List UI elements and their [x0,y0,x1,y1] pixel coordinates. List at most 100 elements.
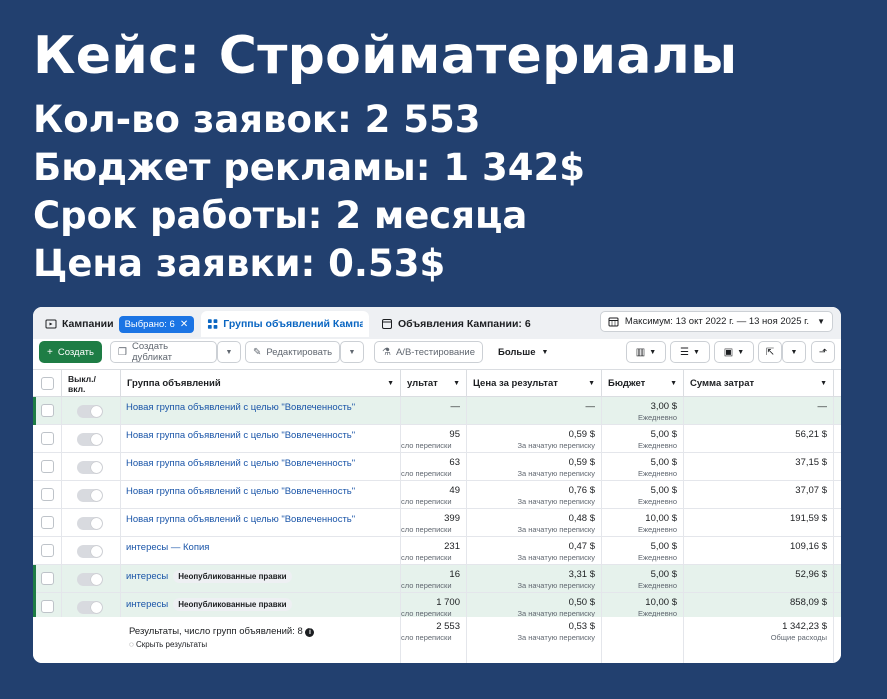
row-checkbox[interactable] [41,460,54,473]
more-button[interactable]: Больше ▼ [491,341,556,363]
header-cost-per-result[interactable]: Цена за результат ▼ [467,370,602,397]
row-result-cell: 231 сло переписки [401,537,467,564]
row-budget-cell[interactable]: 5,00 $ Ежедневно [602,565,684,592]
footer-title-text: Результаты, число групп объявлений: 8 [129,626,303,637]
row-budget-cell[interactable]: 3,00 $ Ежедневно [602,397,684,424]
status-toggle[interactable] [77,489,103,502]
ab-test-button[interactable]: ⚗ A/B-тестирование [374,341,484,363]
close-icon[interactable]: ✕ [180,319,188,330]
status-toggle[interactable] [77,405,103,418]
row-checkbox[interactable] [41,600,54,613]
row-budget-cell[interactable]: 5,00 $ Ежедневно [602,453,684,480]
header-adset[interactable]: Группа объявлений ▼ [121,370,401,397]
row-budget-cell[interactable]: 5,00 $ Ежедневно [602,425,684,452]
row-checkbox[interactable] [41,432,54,445]
tab-campaigns[interactable]: Кампании Выбрано: 6 ✕ [39,311,200,337]
reports-icon: ▣ [723,346,734,358]
export-button[interactable]: ⇱ [758,341,782,363]
result-sub: сло переписки [401,553,452,562]
table-row[interactable]: интересы — Копия 231 сло переписки 0,47 $ За… [33,537,841,565]
spent-value: 37,07 $ [795,485,827,496]
adset-name-link[interactable]: Новая группа объявлений с целью "Вовлече… [126,430,355,441]
chart-button[interactable]: ⬏ [811,341,835,363]
row-checkbox[interactable] [41,544,54,557]
create-button[interactable]: + Создать [39,341,102,363]
row-budget-cell[interactable]: 5,00 $ Ежедневно [602,537,684,564]
result-value: 16 [449,569,460,580]
row-checkbox[interactable] [41,516,54,529]
selected-badge-label: Выбрано: 6 [124,318,175,330]
table-row[interactable]: Новая группа объявлений с целью "Вовлече… [33,425,841,453]
row-toggle-cell [62,397,121,424]
select-all-checkbox[interactable] [41,377,54,390]
status-toggle[interactable] [77,517,103,530]
table-row[interactable]: интересы Неопубликованные правки 16 сло пер… [33,565,841,593]
row-spent-cell: 52,96 $ [684,565,834,592]
breakdown-button[interactable]: ☰ ▼ [670,341,710,363]
status-toggle[interactable] [77,433,103,446]
footer-cpr: 0,53 $ За начатую переписку [467,617,602,663]
adset-name-link[interactable]: интересы [126,571,168,582]
status-toggle[interactable] [77,461,103,474]
header-spent[interactable]: Сумма затрат ▼ [684,370,834,397]
export-dropdown[interactable]: ▼ [782,341,806,363]
row-checkbox[interactable] [41,404,54,417]
adset-name-link[interactable]: Новая группа объявлений с целью "Вовлече… [126,458,355,469]
adset-name-link[interactable]: интересы [126,599,168,610]
row-checkbox[interactable] [41,488,54,501]
status-toggle[interactable] [77,601,103,614]
row-name-cell: Новая группа объявлений с целью "Вовлече… [121,481,401,508]
reports-button[interactable]: ▣ ▼ [714,341,754,363]
chart-icon: ⬏ [818,346,828,358]
tab-ads[interactable]: Объявления Кампании: 6 [375,311,537,337]
duplicate-button[interactable]: ❐ Создать дубликат [110,341,217,363]
edit-button[interactable]: ✎ Редактировать [245,341,340,363]
result-sub: сло переписки [401,525,452,534]
header-cpr-label: Цена за результат [473,378,558,389]
date-range-picker[interactable]: Максимум: 13 окт 2022 г. — 13 ноя 2025 г… [599,311,833,332]
chevron-down-icon: ▼ [348,348,356,356]
table-row[interactable]: Новая группа объявлений с целью "Вовлече… [33,509,841,537]
hide-results-link[interactable]: ◌ Скрыть результаты [129,640,207,649]
row-toggle-cell [62,481,121,508]
info-icon[interactable]: i [305,628,315,637]
spent-value: 858,09 $ [790,597,827,608]
edit-dropdown[interactable]: ▼ [340,341,364,363]
adset-name-link[interactable]: Новая группа объявлений с целью "Вовлече… [126,402,355,413]
header-select-all[interactable] [33,370,62,397]
footer-spent-sub: Общие расходы [770,633,827,642]
row-select [33,593,62,620]
headline-title: Кейс: Стройматериалы [33,26,738,86]
duplicate-dropdown[interactable]: ▼ [217,341,241,363]
columns-button[interactable]: ▥ ▼ [626,341,666,363]
chevron-down-icon: ▼ [453,380,460,387]
ads-manager-panel: Кампании Выбрано: 6 ✕ Группы объявлений К… [33,307,841,663]
tab-campaigns-label: Кампании [62,318,114,330]
row-budget-cell[interactable]: 10,00 $ Ежедневно [602,593,684,620]
adset-name-link[interactable]: интересы — Копия [126,542,209,553]
budget-value: 10,00 $ [645,513,677,524]
adsets-table: Выкл./ вкл. Группа объявлений ▼ ультат ▼ Ц… [33,369,841,663]
row-budget-cell[interactable]: 5,00 $ Ежедневно [602,481,684,508]
row-budget-cell[interactable]: 10,00 $ Ежедневно [602,509,684,536]
row-checkbox[interactable] [41,572,54,585]
status-toggle[interactable] [77,545,103,558]
header-result[interactable]: ультат ▼ [401,370,467,397]
table-row[interactable]: Новая группа объявлений с целью "Вовлече… [33,481,841,509]
footer-cpr-sub: За начатую переписку [517,633,595,642]
selected-badge[interactable]: Выбрано: 6 ✕ [118,315,195,333]
tab-adsets[interactable]: Группы объявлений Кампан [201,311,369,337]
spent-value: 191,59 $ [790,513,827,524]
row-select [33,453,62,480]
tab-adsets-label: Группы объявлений Кампан [223,318,363,330]
date-range-label: Максимум: 13 окт 2022 г. — 13 ноя 2025 г… [624,316,810,327]
budget-sub: Ежедневно [637,525,677,534]
adset-name-link[interactable]: Новая группа объявлений с целью "Вовлече… [126,486,355,497]
footer-budget [602,617,684,663]
status-toggle[interactable] [77,573,103,586]
table-row[interactable]: Новая группа объявлений с целью "Вовлече… [33,397,841,425]
table-row[interactable]: Новая группа объявлений с целью "Вовлече… [33,453,841,481]
header-budget[interactable]: Бюджет ▼ [602,370,684,397]
adset-name-link[interactable]: Новая группа объявлений с целью "Вовлече… [126,514,355,525]
footer-spent-value: 1 342,23 $ [782,621,827,632]
